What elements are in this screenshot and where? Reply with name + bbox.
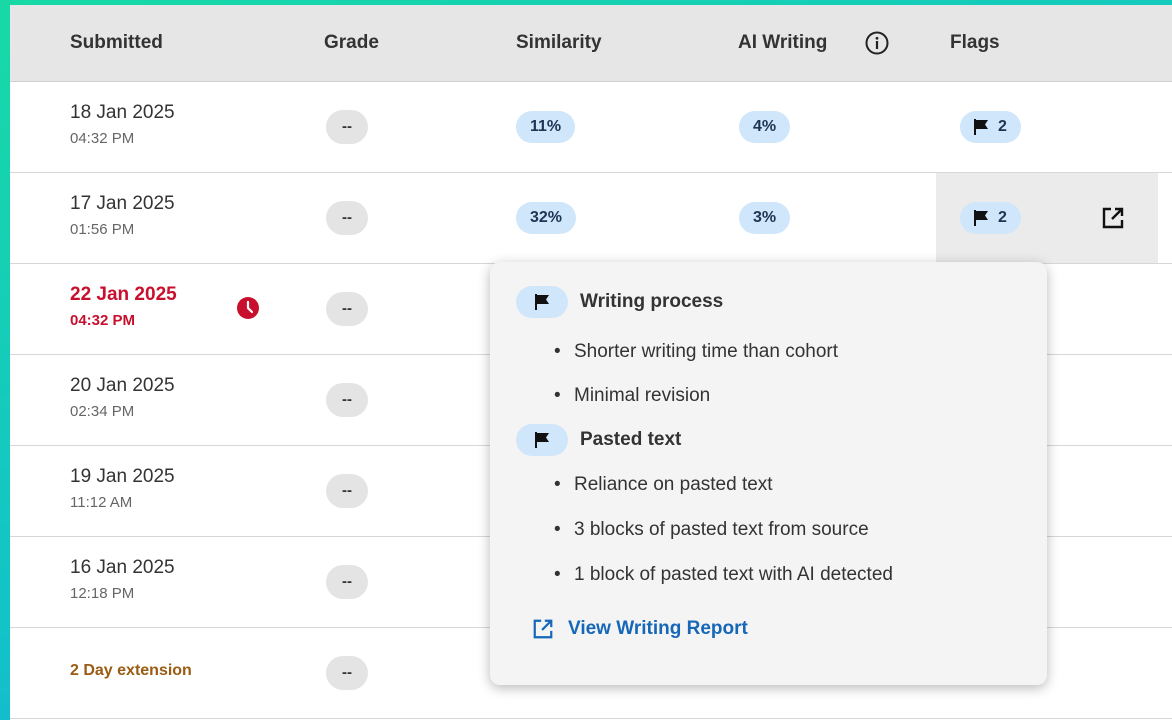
column-header-ai-writing[interactable]: AI Writing <box>738 5 827 81</box>
submitted-date: 16 Jan 2025 <box>70 557 175 578</box>
submitted-time: 01:56 PM <box>70 221 135 238</box>
ai-writing-badge[interactable]: 4% <box>739 111 791 143</box>
grade-badge[interactable]: -- <box>326 110 368 144</box>
submitted-time: 04:32 PM <box>70 312 136 329</box>
grade-badge[interactable]: -- <box>326 565 368 599</box>
view-writing-report-link[interactable]: View Writing Report <box>532 618 748 640</box>
flags-badge[interactable]: 2 <box>960 202 1021 234</box>
grade-badge[interactable]: -- <box>326 292 368 326</box>
flag-icon <box>535 294 549 310</box>
flag-icon <box>974 210 988 226</box>
flag-detail-text: 1 block of pasted text with AI detected <box>574 564 893 585</box>
flag-detail-item: • 3 blocks of pasted text from source <box>554 519 869 541</box>
table-row[interactable]: 18 Jan 2025 04:32 PM -- 11% 4% 2 <box>10 82 1172 173</box>
table-header: Submitted Grade Similarity AI Writing Fl… <box>10 5 1172 82</box>
bullet: • <box>554 385 561 406</box>
flag-category-pasted-text: Pasted text <box>516 424 681 456</box>
flags-count: 2 <box>998 118 1007 135</box>
bullet: • <box>554 519 561 540</box>
ai-writing-badge[interactable]: 3% <box>739 202 791 234</box>
similarity-badge[interactable]: 32% <box>516 202 577 234</box>
view-writing-report-label: View Writing Report <box>568 618 748 639</box>
external-link-icon <box>533 619 553 639</box>
bullet: • <box>554 474 561 495</box>
flag-detail-item: • Shorter writing time than cohort <box>554 341 838 363</box>
bullet: • <box>554 341 561 362</box>
table-row[interactable]: 17 Jan 2025 01:56 PM -- 32% 3% 2 <box>10 173 1172 264</box>
grade-badge[interactable]: -- <box>326 474 368 508</box>
column-header-submitted[interactable]: Submitted <box>70 5 163 81</box>
flag-category-writing-process: Writing process <box>516 286 723 318</box>
flag-icon <box>974 119 988 135</box>
flag-category-chip <box>516 424 568 456</box>
grade-badge[interactable]: -- <box>326 656 368 690</box>
column-header-grade[interactable]: Grade <box>324 5 379 81</box>
info-icon[interactable] <box>865 31 889 55</box>
bullet: • <box>554 564 561 585</box>
flag-detail-item: • Minimal revision <box>554 385 710 407</box>
submissions-table: Submitted Grade Similarity AI Writing Fl… <box>10 5 1172 720</box>
submitted-time: 02:34 PM <box>70 403 135 420</box>
flag-category-label: Pasted text <box>580 429 682 450</box>
column-header-flags[interactable]: Flags <box>950 5 1000 81</box>
submitted-date: 20 Jan 2025 <box>70 375 175 396</box>
flags-popover: Writing process • Shorter writing time th… <box>490 262 1047 685</box>
flag-detail-text: 3 blocks of pasted text from source <box>574 519 869 540</box>
grade-badge[interactable]: -- <box>326 201 368 235</box>
flag-detail-text: Shorter writing time than cohort <box>574 341 839 362</box>
submitted-time: 12:18 PM <box>70 585 135 602</box>
similarity-badge[interactable]: 11% <box>516 111 576 143</box>
flag-detail-text: Minimal revision <box>574 385 711 406</box>
flag-detail-item: • Reliance on pasted text <box>554 474 773 496</box>
clock-icon <box>237 297 259 319</box>
submitted-date: 19 Jan 2025 <box>70 466 175 487</box>
submitted-date: 22 Jan 2025 <box>70 284 177 305</box>
submitted-date: 17 Jan 2025 <box>70 193 175 214</box>
flag-category-chip <box>516 286 568 318</box>
flag-detail-item: • 1 block of pasted text with AI detected <box>554 564 893 586</box>
flag-icon <box>535 432 549 448</box>
flags-badge[interactable]: 2 <box>960 111 1021 143</box>
submitted-time: 04:32 PM <box>70 130 135 147</box>
extension-label: 2 Day extension <box>70 662 192 679</box>
submitted-date: 18 Jan 2025 <box>70 102 175 123</box>
flag-category-label: Writing process <box>580 291 724 312</box>
column-header-similarity[interactable]: Similarity <box>516 5 602 81</box>
external-link-icon[interactable] <box>1101 206 1125 230</box>
flag-detail-text: Reliance on pasted text <box>574 474 773 495</box>
submitted-time: 11:12 AM <box>70 494 133 511</box>
flags-count: 2 <box>998 209 1007 226</box>
grade-badge[interactable]: -- <box>326 383 368 417</box>
